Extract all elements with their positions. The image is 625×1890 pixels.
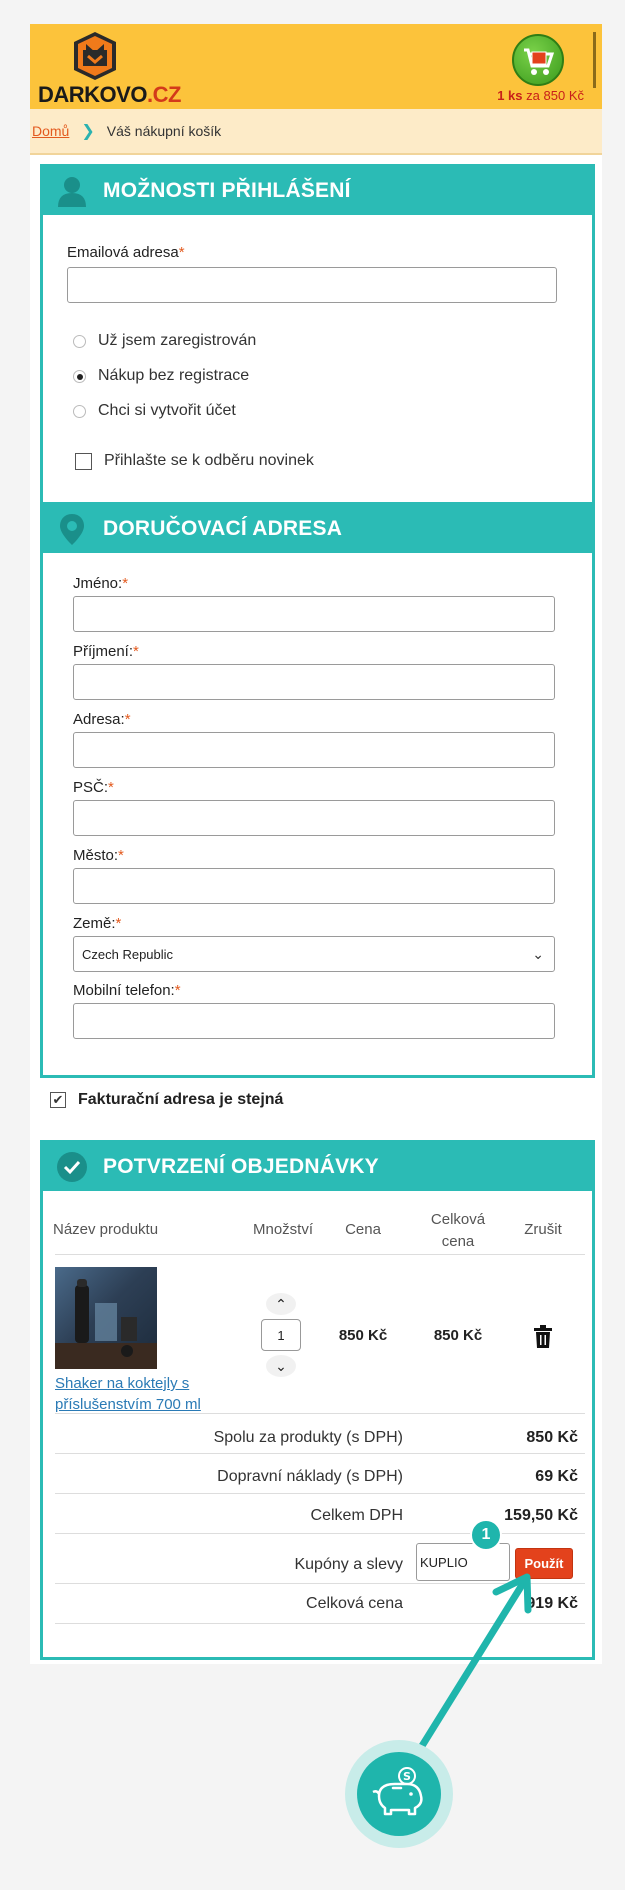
logo-gift-icon <box>74 32 116 80</box>
table-divider <box>55 1413 585 1414</box>
col-total: Celková cena <box>430 1211 486 1250</box>
delivery-address-header: DORUČOVACÍ ADRESA <box>43 505 592 553</box>
order-confirmation-header: POTVRZENÍ OBJEDNÁVKY <box>43 1143 592 1191</box>
radio-guest-label: Nákup bez registrace <box>98 367 250 384</box>
shipping-value: 69 Kč <box>535 1468 578 1485</box>
table-row: Shaker na koktejly s příslušenstvím 700 … <box>43 1255 598 1415</box>
cart-quantity: 1 ks <box>497 88 523 103</box>
product-image[interactable] <box>55 1267 157 1369</box>
cart-za: za <box>526 88 540 103</box>
first-name-field[interactable] <box>73 596 555 632</box>
first-name-label: Jméno:* <box>73 575 129 592</box>
chevron-down-icon[interactable]: ⌄ <box>266 1355 296 1377</box>
map-pin-icon <box>55 512 89 546</box>
quantity-input[interactable]: 1 <box>261 1319 301 1351</box>
col-remove: Zrušit <box>524 1221 562 1238</box>
breadcrumb-current: Váš nákupní košík <box>106 123 222 139</box>
newsletter-checkbox[interactable] <box>75 452 92 470</box>
email-field[interactable] <box>67 267 557 303</box>
radio-registered-label: Už jsem zaregistrován <box>98 332 257 349</box>
radio-create-account-control[interactable] <box>73 404 86 418</box>
order-confirmation-title: POTVRZENÍ OBJEDNÁVKY <box>103 1155 379 1178</box>
breadcrumb: Domů ❯ Váš nákupní košík <box>30 109 602 155</box>
breadcrumb-home-link[interactable]: Domů <box>32 123 69 139</box>
radio-registered-control[interactable] <box>73 334 86 348</box>
coupon-label: Kupóny a slevy <box>294 1556 403 1573</box>
products-total-label: Spolu za produkty (s DPH) <box>213 1429 403 1446</box>
cart-icon <box>512 34 564 86</box>
check-circle-icon <box>55 1150 89 1184</box>
apply-coupon-button[interactable]: Použít <box>515 1548 573 1579</box>
user-icon <box>55 174 89 208</box>
address-label: Adresa:* <box>73 711 131 728</box>
last-name-label: Příjmení:* <box>73 643 139 660</box>
site-logo[interactable]: DARKOVO.CZ <box>38 30 198 107</box>
address-field[interactable] <box>73 732 555 768</box>
col-product-name: Název produktu <box>53 1221 159 1238</box>
table-divider <box>55 1453 585 1454</box>
zip-field[interactable] <box>73 800 555 836</box>
logo-wordmark: DARKOVO.CZ <box>38 82 181 107</box>
page-container: DARKOVO.CZ 1 ks za 850 Kč Domů ❯ Váš nák… <box>30 24 602 1664</box>
table-divider <box>55 1493 585 1494</box>
cart-widget[interactable]: 1 ks za 850 Kč <box>444 28 584 104</box>
site-header: DARKOVO.CZ 1 ks za 850 Kč <box>30 24 602 109</box>
login-options-section: MOŽNOSTI PŘIHLÁŠENÍ Emailová adresa* Už … <box>40 164 595 517</box>
last-name-field[interactable] <box>73 664 555 700</box>
phone-field[interactable] <box>73 1003 555 1039</box>
country-label: Země:* <box>73 915 122 932</box>
billing-same-row[interactable]: ✔ Fakturační adresa je stejná <box>50 1091 283 1109</box>
table-divider <box>55 1533 585 1534</box>
cart-price: 850 Kč <box>543 88 584 103</box>
item-total: 850 Kč <box>433 1327 483 1344</box>
chevron-up-icon[interactable]: ⌃ <box>266 1293 296 1315</box>
piggy-bank-icon: S <box>357 1752 441 1836</box>
table-divider <box>55 1583 585 1584</box>
radio-guest[interactable]: Nákup bez registrace <box>73 367 249 385</box>
trash-icon[interactable] <box>532 1325 554 1354</box>
chevron-right-icon: ❯ <box>81 123 95 140</box>
col-price: Cena <box>345 1221 381 1238</box>
radio-create-account[interactable]: Chci si vytvořit účet <box>73 402 236 420</box>
shipping-label: Dopravní náklady (s DPH) <box>217 1468 403 1485</box>
chevron-down-icon: ⌄ <box>532 946 544 962</box>
zip-label: PSČ:* <box>73 779 114 796</box>
radio-registered[interactable]: Už jsem zaregistrován <box>73 332 256 350</box>
city-label: Město:* <box>73 847 124 864</box>
email-label: Emailová adresa* <box>67 244 185 261</box>
item-price: 850 Kč <box>338 1327 388 1344</box>
cart-summary: 1 ks za 850 Kč <box>497 88 584 103</box>
city-field[interactable] <box>73 868 555 904</box>
col-quantity: Množství <box>252 1221 313 1238</box>
phone-label: Mobilní telefon:* <box>73 982 181 999</box>
header-divider <box>593 32 596 88</box>
country-select-value: Czech Republic <box>82 946 174 962</box>
delivery-address-section: DORUČOVACÍ ADRESA Jméno:* Příjmení:* Adr… <box>40 502 595 1078</box>
radio-guest-control[interactable] <box>73 369 86 383</box>
coupon-code-input[interactable]: KUPLIO <box>416 1543 510 1581</box>
svg-text:S: S <box>403 1770 411 1783</box>
products-total-value: 850 Kč <box>526 1429 578 1446</box>
newsletter-checkbox-row[interactable]: Přihlašte se k odběru novinek <box>75 452 314 470</box>
table-divider <box>55 1623 585 1624</box>
vat-total-label: Celkem DPH <box>310 1507 403 1524</box>
login-options-header: MOŽNOSTI PŘIHLÁŠENÍ <box>43 167 592 215</box>
grand-total-value: 919 Kč <box>526 1595 578 1612</box>
product-name-link[interactable]: Shaker na koktejly s příslušenstvím 700 … <box>55 1373 201 1415</box>
country-select[interactable]: Czech Republic ⌄ <box>73 936 555 972</box>
order-confirmation-section: POTVRZENÍ OBJEDNÁVKY Název produktu Množ… <box>40 1140 595 1660</box>
newsletter-label: Přihlašte se k odběru novinek <box>104 452 314 469</box>
grand-total-label: Celková cena <box>306 1595 403 1612</box>
radio-create-account-label: Chci si vytvořit účet <box>98 402 236 419</box>
quantity-stepper[interactable]: ⌃ 1 ⌄ <box>261 1293 301 1377</box>
step-badge: 1 <box>470 1519 502 1551</box>
login-options-title: MOŽNOSTI PŘIHLÁŠENÍ <box>103 179 351 202</box>
delivery-address-title: DORUČOVACÍ ADRESA <box>103 517 343 540</box>
billing-same-label: Fakturační adresa je stejná <box>78 1091 284 1108</box>
billing-same-checkbox[interactable]: ✔ <box>50 1092 66 1108</box>
